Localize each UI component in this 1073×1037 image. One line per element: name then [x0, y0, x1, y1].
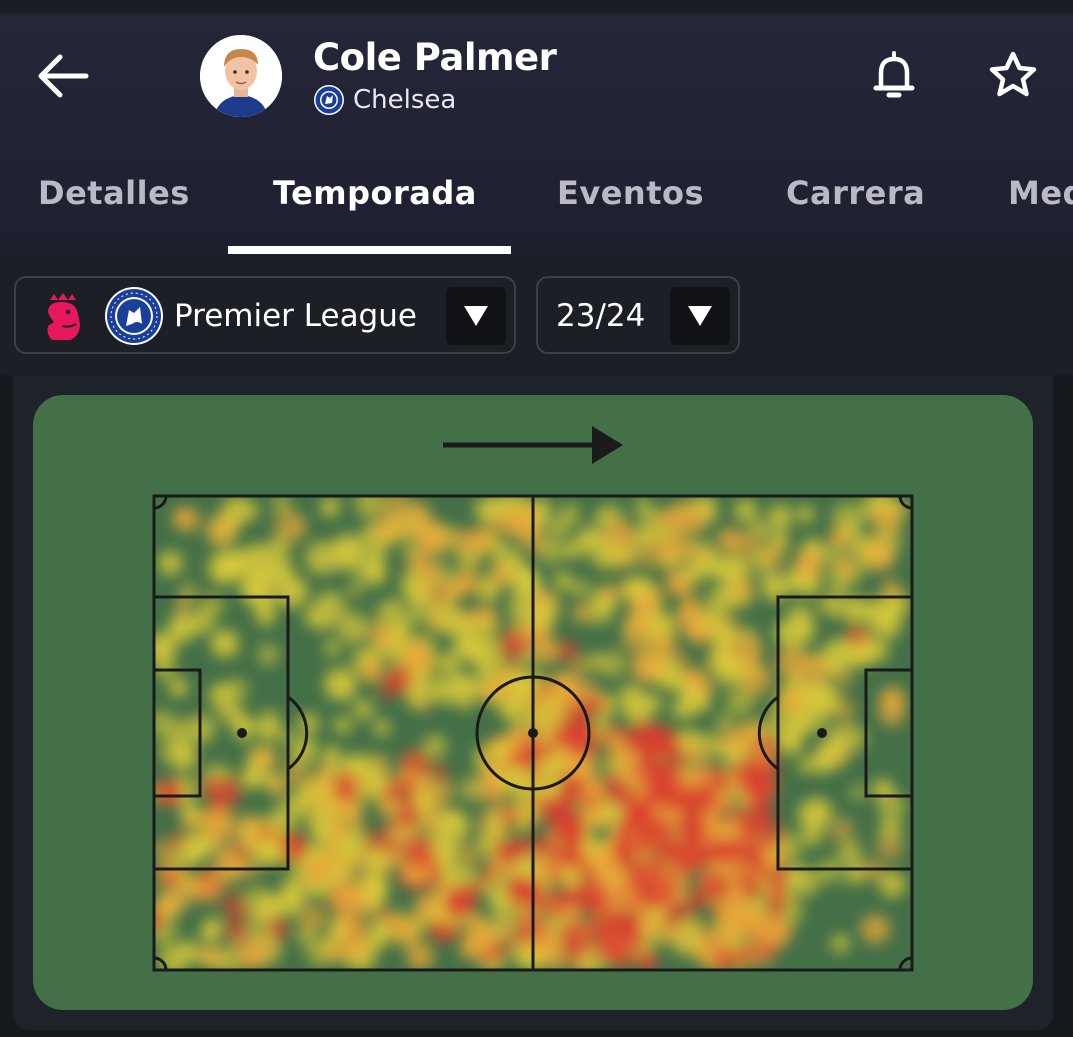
attack-direction-arrow-icon: [443, 426, 623, 464]
player-header: Cole Palmer Chelsea Detalles Temporada E…: [0, 0, 1073, 255]
premier-league-logo-icon: [47, 293, 80, 340]
filter-bar: Premier League 23/24: [0, 255, 1073, 375]
tab-detalles[interactable]: Detalles: [38, 174, 190, 212]
star-icon: [989, 51, 1037, 97]
competition-label: Premier League: [174, 298, 417, 334]
competition-dropdown-toggle[interactable]: [446, 287, 506, 345]
season-select[interactable]: 23/24: [536, 276, 740, 354]
tab-carrera[interactable]: Carrera: [786, 174, 925, 212]
season-label: 23/24: [556, 298, 646, 334]
caret-down-icon: [688, 306, 712, 326]
tab-temporada[interactable]: Temporada: [273, 174, 477, 212]
tab-eventos[interactable]: Eventos: [557, 174, 704, 212]
competition-select[interactable]: Premier League: [14, 276, 516, 354]
arrow-left-icon: [38, 54, 89, 98]
chelsea-badge-icon: [105, 287, 163, 345]
tab-bar: Detalles Temporada Eventos Carrera Med: [0, 160, 1073, 255]
active-tab-indicator: [228, 246, 511, 254]
team-row[interactable]: Chelsea: [313, 83, 456, 117]
heatmap-pitch: [152, 494, 914, 972]
player-avatar: [200, 35, 282, 117]
season-dropdown-toggle[interactable]: [670, 287, 730, 345]
favorite-button[interactable]: [982, 45, 1044, 105]
player-name: Cole Palmer: [313, 36, 557, 79]
team-name: Chelsea: [353, 85, 457, 115]
notifications-button[interactable]: [866, 45, 922, 105]
back-button[interactable]: [30, 44, 94, 108]
chelsea-badge-icon: [314, 85, 344, 115]
caret-down-icon: [464, 306, 488, 326]
tab-media[interactable]: Med: [1008, 174, 1073, 212]
bell-icon: [873, 51, 915, 98]
status-strip: [0, 0, 1073, 14]
